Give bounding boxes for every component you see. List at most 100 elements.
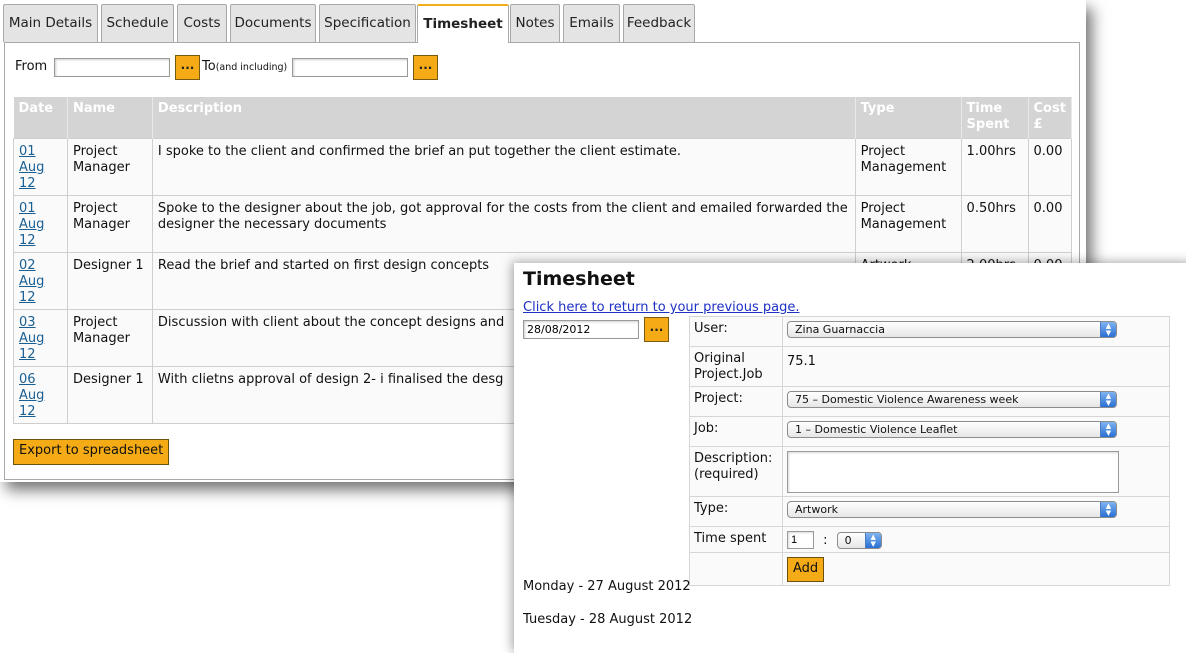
to-date-picker-button[interactable]: ... xyxy=(413,55,438,80)
form-row-add: Add xyxy=(689,552,1170,586)
hours-input[interactable] xyxy=(787,531,814,549)
header-time-spent[interactable]: Time Spent xyxy=(961,97,1029,138)
from-date-input[interactable] xyxy=(54,58,170,77)
form-row-description: Description: (required) xyxy=(689,446,1170,497)
tab-feedback[interactable]: Feedback xyxy=(623,4,695,42)
select-arrows-icon: ▲ ▼ xyxy=(1100,322,1116,337)
header-cost-line1: Cost xyxy=(1033,101,1066,116)
entry-date-picker-button[interactable]: ... xyxy=(644,317,669,342)
tab-schedule[interactable]: Schedule xyxy=(101,4,174,42)
entry-date-input[interactable] xyxy=(523,320,639,339)
type-cell: Project Management xyxy=(854,194,962,253)
to-note: (and including) xyxy=(215,62,288,73)
type-cell: Project Management xyxy=(854,137,962,196)
date-year: 12 xyxy=(19,232,36,248)
date-month: Aug xyxy=(19,387,45,403)
date-link[interactable]: 06 Aug 12 xyxy=(19,372,44,419)
select-arrows-icon: ▲ ▼ xyxy=(1100,392,1116,407)
date-day: 01 xyxy=(19,200,36,216)
timesheet-entry-window: Timesheet Click here to return to your p… xyxy=(514,263,1186,653)
date-year: 12 xyxy=(19,289,36,305)
select-arrows-icon: ▲ ▼ xyxy=(1100,502,1116,517)
date-month: Aug xyxy=(19,273,45,289)
to-date-input[interactable] xyxy=(292,58,408,77)
tab-timesheet[interactable]: Timesheet xyxy=(417,4,509,43)
form-row-type: Type: Artwork ▲ ▼ xyxy=(689,496,1170,527)
table-header-row: Date Name Description Type Time Spent Cos… xyxy=(13,97,1073,138)
tab-specification[interactable]: Specification xyxy=(319,4,416,42)
tab-notes[interactable]: Notes xyxy=(510,4,560,42)
date-link[interactable]: 01 Aug 12 xyxy=(19,201,44,248)
from-label: From xyxy=(15,59,48,74)
description-textarea[interactable] xyxy=(787,451,1119,493)
table-row: 01 Aug 12 Project Manager Spoke to the des… xyxy=(13,194,1073,253)
from-date-picker-button[interactable]: ... xyxy=(175,55,200,80)
description-cell: Spoke to the designer about the job, got… xyxy=(151,194,856,253)
header-time-line2: Spent xyxy=(966,117,1010,132)
day-heading: Monday - 27 August 2012 xyxy=(523,579,691,594)
project-cell: 75 – Domestic Violence Awareness week ▲ ▼ xyxy=(782,386,1170,417)
minutes-select[interactable]: 0 ▲ ▼ xyxy=(836,531,882,549)
date-link[interactable]: 01 Aug 12 xyxy=(19,144,44,191)
job-select[interactable]: 1 – Domestic Violence Leaflet ▲ ▼ xyxy=(787,421,1117,438)
header-name[interactable]: Name xyxy=(67,97,153,138)
date-cell: 02 Aug 12 xyxy=(13,251,68,310)
header-type[interactable]: Type xyxy=(855,97,962,138)
user-label: User: xyxy=(689,316,783,347)
form-row-original: Original Project.Job 75.1 xyxy=(689,346,1170,387)
description-label: Description: (required) xyxy=(689,446,783,497)
date-link[interactable]: 02 Aug 12 xyxy=(19,258,44,305)
to-label-text: To xyxy=(202,59,216,74)
header-cost[interactable]: Cost £ xyxy=(1028,97,1073,138)
tab-documents[interactable]: Documents xyxy=(230,4,316,42)
add-cell: Add xyxy=(782,552,1170,586)
date-cell: 06 Aug 12 xyxy=(13,365,68,424)
tab-main-details[interactable]: Main Details xyxy=(3,4,98,42)
date-month: Aug xyxy=(19,159,45,175)
date-month: Aug xyxy=(19,330,45,346)
name-cell: Project Manager xyxy=(66,308,153,367)
user-select-value: Zina Guarnaccia xyxy=(795,323,885,336)
header-description[interactable]: Description xyxy=(152,97,856,138)
return-link[interactable]: Click here to return to your previous pa… xyxy=(523,300,799,315)
time-separator: : xyxy=(823,532,828,548)
day-heading: Tuesday - 28 August 2012 xyxy=(523,612,693,627)
date-year: 12 xyxy=(19,403,36,419)
date-day: 06 xyxy=(19,371,36,387)
project-select[interactable]: 75 – Domestic Violence Awareness week ▲ ▼ xyxy=(787,391,1117,408)
type-select[interactable]: Artwork ▲ ▼ xyxy=(787,501,1117,518)
date-year: 12 xyxy=(19,346,36,362)
user-select[interactable]: Zina Guarnaccia ▲ ▼ xyxy=(787,321,1117,338)
date-year: 12 xyxy=(19,175,36,191)
date-day: 03 xyxy=(19,314,36,330)
tab-costs[interactable]: Costs xyxy=(177,4,227,42)
empty-cell xyxy=(689,552,783,586)
user-cell: Zina Guarnaccia ▲ ▼ xyxy=(782,316,1170,347)
type-select-value: Artwork xyxy=(795,503,838,516)
tab-emails[interactable]: Emails xyxy=(563,4,620,42)
job-label: Job: xyxy=(689,416,783,447)
type-cell: Artwork ▲ ▼ xyxy=(782,496,1170,527)
select-arrows-icon: ▲ ▼ xyxy=(864,532,881,548)
date-month: Aug xyxy=(19,216,45,232)
to-label: To(and including) xyxy=(202,59,287,74)
date-link[interactable]: 03 Aug 12 xyxy=(19,315,44,362)
type-label: Type: xyxy=(689,496,783,527)
project-label: Project: xyxy=(689,386,783,417)
name-cell: Designer 1 xyxy=(66,365,153,424)
header-time-line1: Time xyxy=(966,101,1003,116)
original-project-job-value: 75.1 xyxy=(782,346,1170,387)
date-cell: 03 Aug 12 xyxy=(13,308,68,367)
form-row-job: Job: 1 – Domestic Violence Leaflet ▲ ▼ xyxy=(689,416,1170,447)
add-button[interactable]: Add xyxy=(787,557,825,582)
export-to-spreadsheet-button[interactable]: Export to spreadsheet xyxy=(13,439,170,465)
header-date[interactable]: Date xyxy=(13,97,68,138)
date-cell: 01 Aug 12 xyxy=(13,137,68,196)
form-row-time: Time spent : 0 ▲▼ xyxy=(689,526,1170,553)
date-cell: 01 Aug 12 xyxy=(13,194,68,253)
form-row-user: User: Zina Guarnaccia ▲ ▼ xyxy=(689,316,1170,347)
time-spent-cell: : 0 ▲▼ xyxy=(782,526,1170,553)
page-title: Timesheet xyxy=(523,268,635,290)
table-row: 01 Aug 12 Project Manager I spoke to the c… xyxy=(13,137,1073,196)
job-cell: 1 – Domestic Violence Leaflet ▲ ▼ xyxy=(782,416,1170,447)
